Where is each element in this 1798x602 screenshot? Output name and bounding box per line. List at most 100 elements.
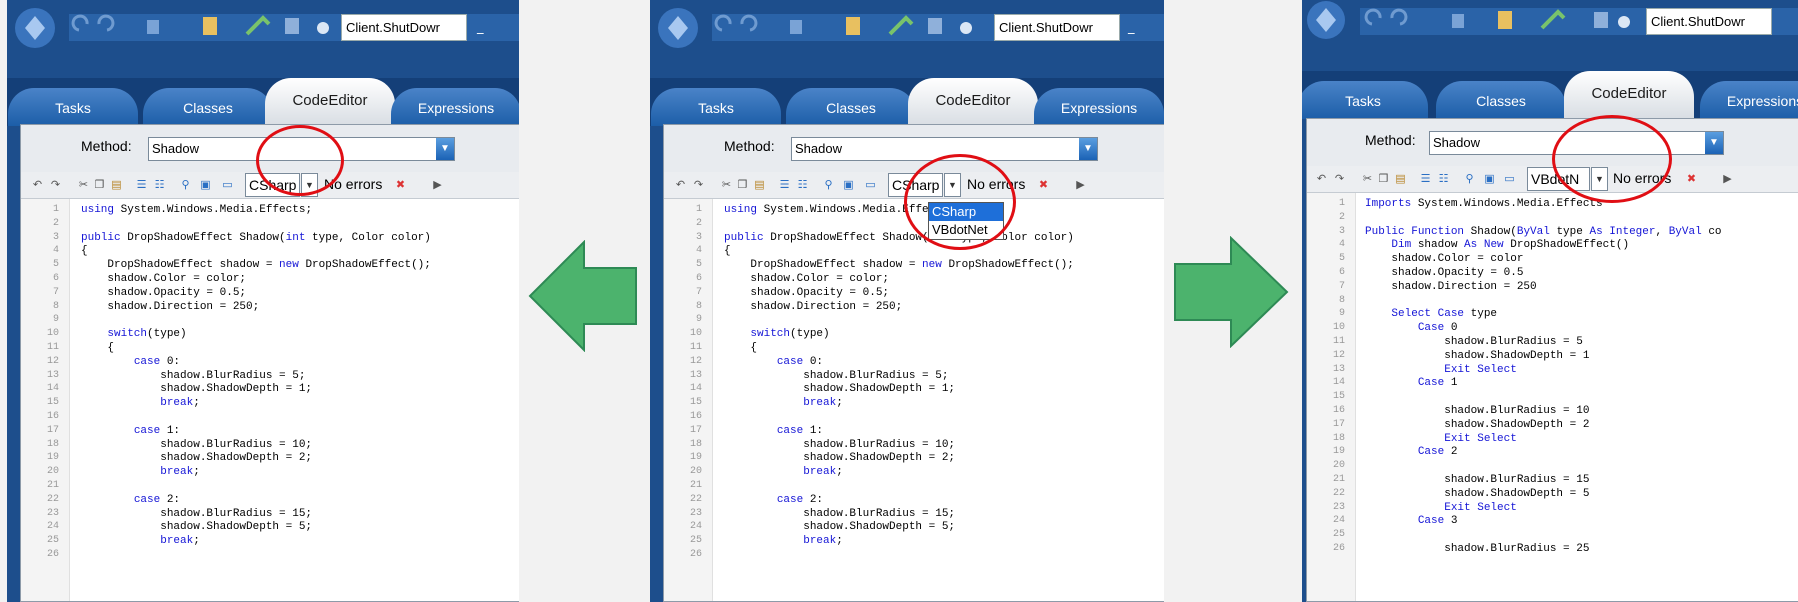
- code-line[interactable]: shadow.Opacity = 0.5: [1365, 266, 1523, 280]
- run-icon[interactable]: ▶: [431, 178, 444, 191]
- undo-icon[interactable]: ↶: [674, 178, 687, 191]
- minimize-button[interactable]: _: [1128, 20, 1135, 35]
- code-line[interactable]: public DropShadowEffect Shadow(int type,…: [81, 231, 431, 245]
- code-line[interactable]: using System.Windows.Media.Effects;: [81, 203, 312, 217]
- code-line[interactable]: using System.Windows.Media.Effects;: [724, 203, 955, 217]
- method-select[interactable]: Shadow ▼: [148, 137, 455, 161]
- code-line[interactable]: Exit Select: [1365, 501, 1517, 515]
- language-dropdown[interactable]: CSharp VBdotNet: [928, 202, 1004, 240]
- code-line[interactable]: shadow.Direction = 250;: [724, 300, 902, 314]
- code-line[interactable]: {: [724, 341, 757, 355]
- method-select[interactable]: Shadow ▼: [1429, 131, 1724, 155]
- copy-icon[interactable]: ❐: [1377, 172, 1390, 185]
- code-line[interactable]: shadow.BlurRadius = 10: [1365, 404, 1589, 418]
- comment-icon[interactable]: ▭: [1503, 172, 1516, 185]
- code-line[interactable]: shadow.Direction = 250;: [81, 300, 259, 314]
- code-line[interactable]: shadow.Color = color;: [724, 272, 889, 286]
- code-line[interactable]: shadow.BlurRadius = 15;: [724, 507, 955, 521]
- code-line[interactable]: shadow.ShadowDepth = 5: [1365, 487, 1589, 501]
- code-line[interactable]: break;: [724, 465, 843, 479]
- code-line[interactable]: shadow.Opacity = 0.5;: [724, 286, 889, 300]
- code-line[interactable]: Case 0: [1365, 321, 1458, 335]
- chevron-down-icon[interactable]: ▼: [944, 173, 961, 197]
- code-line[interactable]: shadow.Color = color: [1365, 252, 1523, 266]
- paste-icon[interactable]: ▤: [1394, 172, 1407, 185]
- code-line[interactable]: break;: [81, 465, 200, 479]
- code-line[interactable]: public DropShadowEffect Shadow(int type,…: [724, 231, 1074, 245]
- code-line[interactable]: break;: [81, 396, 200, 410]
- method-select[interactable]: Shadow ▼: [791, 137, 1098, 161]
- code-area[interactable]: 1 using System.Windows.Media.Effects; 2 3 pu…: [664, 199, 1164, 601]
- cut-icon[interactable]: ✂: [77, 178, 90, 191]
- tab-tasks[interactable]: Tasks: [651, 88, 781, 126]
- replace-icon[interactable]: ▣: [199, 178, 212, 191]
- code-line[interactable]: case 2:: [81, 493, 180, 507]
- find-icon[interactable]: ⚲: [822, 178, 835, 191]
- code-line[interactable]: {: [724, 244, 731, 258]
- code-line[interactable]: break;: [724, 396, 843, 410]
- dropdown-option-vbdotnet[interactable]: VBdotNet: [929, 221, 1003, 239]
- minimize-button[interactable]: _: [477, 20, 484, 35]
- code-line[interactable]: shadow.BlurRadius = 25: [1365, 542, 1589, 556]
- find-icon[interactable]: ⚲: [1463, 172, 1476, 185]
- chevron-down-icon[interactable]: ▼: [1705, 132, 1723, 154]
- paste-icon[interactable]: ▤: [110, 178, 123, 191]
- code-line[interactable]: case 0:: [81, 355, 180, 369]
- outdent-icon[interactable]: ☷: [796, 178, 809, 191]
- outdent-icon[interactable]: ☷: [153, 178, 166, 191]
- code-line[interactable]: shadow.ShadowDepth = 1;: [724, 382, 955, 396]
- copy-icon[interactable]: ❐: [93, 178, 106, 191]
- paste-icon[interactable]: ▤: [753, 178, 766, 191]
- tab-tasks[interactable]: Tasks: [8, 88, 138, 126]
- chevron-down-icon[interactable]: ▼: [301, 173, 318, 197]
- tab-code-editor[interactable]: CodeEditor: [908, 78, 1038, 126]
- indent-icon[interactable]: ☰: [1419, 172, 1432, 185]
- indent-icon[interactable]: ☰: [778, 178, 791, 191]
- code-line[interactable]: shadow.ShadowDepth = 2: [1365, 418, 1589, 432]
- code-line[interactable]: Case 2: [1365, 445, 1458, 459]
- tab-classes[interactable]: Classes: [143, 88, 273, 126]
- active-item-field[interactable]: Client.ShutDowr: [341, 14, 467, 41]
- undo-icon[interactable]: ↶: [1315, 172, 1328, 185]
- comment-icon[interactable]: ▭: [864, 178, 877, 191]
- code-line[interactable]: case 0:: [724, 355, 823, 369]
- code-line[interactable]: shadow.BlurRadius = 5;: [81, 369, 305, 383]
- code-line[interactable]: shadow.Color = color;: [81, 272, 246, 286]
- dropdown-option-csharp[interactable]: CSharp: [929, 203, 1003, 221]
- code-line[interactable]: shadow.Direction = 250: [1365, 280, 1536, 294]
- chevron-down-icon[interactable]: ▼: [1591, 167, 1608, 191]
- tab-code-editor[interactable]: CodeEditor: [1564, 71, 1694, 119]
- code-area[interactable]: 1 Imports System.Windows.Media.Effects 2 3 P…: [1307, 193, 1798, 601]
- run-icon[interactable]: ▶: [1721, 172, 1734, 185]
- active-item-field[interactable]: Client.ShutDowr: [994, 14, 1120, 41]
- code-line[interactable]: switch(type): [81, 327, 186, 341]
- code-line[interactable]: shadow.Opacity = 0.5;: [81, 286, 246, 300]
- code-area[interactable]: 1 using System.Windows.Media.Effects; 2 3 pu…: [21, 199, 519, 601]
- code-line[interactable]: Dim shadow As New DropShadowEffect(): [1365, 238, 1629, 252]
- active-item-field[interactable]: Client.ShutDowr: [1646, 8, 1772, 35]
- code-line[interactable]: case 1:: [724, 424, 823, 438]
- undo-icon[interactable]: ↶: [31, 178, 44, 191]
- tab-expressions[interactable]: Expressions: [391, 88, 519, 126]
- code-line[interactable]: DropShadowEffect shadow = new DropShadow…: [724, 258, 1074, 272]
- code-line[interactable]: Case 1: [1365, 376, 1458, 390]
- error-icon[interactable]: ✖: [1037, 178, 1050, 191]
- language-select[interactable]: CSharp: [245, 173, 300, 197]
- tab-classes[interactable]: Classes: [786, 88, 916, 126]
- code-line[interactable]: shadow.ShadowDepth = 2;: [724, 451, 955, 465]
- run-icon[interactable]: ▶: [1074, 178, 1087, 191]
- chevron-down-icon[interactable]: ▼: [436, 138, 454, 160]
- cut-icon[interactable]: ✂: [1361, 172, 1374, 185]
- code-line[interactable]: shadow.BlurRadius = 10;: [81, 438, 312, 452]
- code-line[interactable]: shadow.BlurRadius = 5;: [724, 369, 948, 383]
- tab-tasks[interactable]: Tasks: [1302, 81, 1428, 119]
- comment-icon[interactable]: ▭: [221, 178, 234, 191]
- replace-icon[interactable]: ▣: [1483, 172, 1496, 185]
- language-select[interactable]: CSharp: [888, 173, 943, 197]
- code-line[interactable]: shadow.ShadowDepth = 1;: [81, 382, 312, 396]
- error-icon[interactable]: ✖: [394, 178, 407, 191]
- code-line[interactable]: case 1:: [81, 424, 180, 438]
- code-line[interactable]: {: [81, 244, 88, 258]
- code-line[interactable]: Exit Select: [1365, 432, 1517, 446]
- redo-icon[interactable]: ↷: [1333, 172, 1346, 185]
